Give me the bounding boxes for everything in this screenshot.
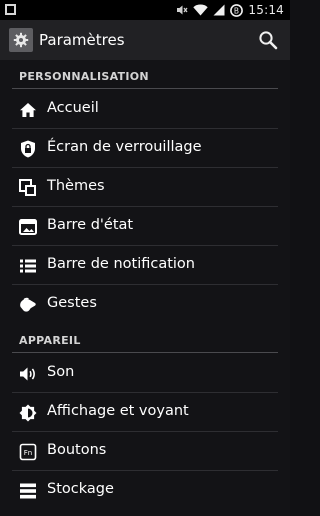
- settings-item-label: Stockage: [47, 481, 114, 497]
- settings-item-boutons[interactable]: Fn Boutons: [12, 432, 278, 471]
- status-icons: B 15:14: [176, 0, 284, 20]
- settings-item-label: Son: [47, 364, 75, 380]
- lock-icon: [19, 140, 37, 158]
- action-bar: Paramètres: [0, 20, 290, 60]
- settings-item-stockage[interactable]: Stockage: [12, 471, 278, 510]
- storage-icon: [19, 482, 37, 500]
- settings-item-label: Gestes: [47, 295, 97, 311]
- settings-item-label: Affichage et voyant: [47, 403, 189, 419]
- settings-item-barre-de-notification[interactable]: Barre de notification: [12, 246, 278, 285]
- settings-item-themes[interactable]: Thèmes: [12, 168, 278, 207]
- gestures-icon: [19, 296, 37, 314]
- buttons-icon: Fn: [19, 443, 37, 461]
- status-bar-icon: [19, 218, 37, 236]
- status-time: 15:14: [248, 3, 284, 17]
- svg-text:Fn: Fn: [24, 449, 32, 457]
- settings-item-label: Boutons: [47, 442, 107, 458]
- status-bar: B 15:14: [0, 0, 290, 20]
- section-header-label: APPAREIL: [19, 334, 81, 347]
- wifi-icon: [193, 4, 209, 16]
- settings-item-label: Accueil: [47, 100, 99, 116]
- signal-icon: [213, 4, 225, 16]
- settings-gear-icon[interactable]: [9, 28, 33, 52]
- section-header-label: PERSONNALISATION: [19, 70, 149, 83]
- brightness-icon: [19, 404, 37, 422]
- section-header-appareil: APPAREIL: [12, 324, 278, 353]
- settings-item-gestes[interactable]: Gestes: [12, 285, 278, 324]
- settings-item-label: Barre de notification: [47, 256, 195, 272]
- settings-item-son[interactable]: Son: [12, 354, 278, 393]
- settings-item-label: Thèmes: [47, 178, 105, 194]
- mute-icon: [177, 5, 188, 15]
- settings-item-accueil[interactable]: Accueil: [12, 90, 278, 129]
- settings-screen: B 15:14 Paramètres PERSONNALISATION Accu…: [0, 0, 290, 516]
- page-title: Paramètres: [39, 31, 125, 49]
- themes-icon: [19, 179, 37, 197]
- settings-item-label: Barre d'état: [47, 217, 134, 233]
- settings-list: PERSONNALISATION Accueil Écran de verrou…: [0, 60, 290, 516]
- speaker-icon: [19, 365, 37, 383]
- search-icon[interactable]: [256, 28, 280, 52]
- settings-item-label: Écran de verrouillage: [47, 139, 202, 155]
- notification-list-icon: [19, 257, 37, 275]
- section-header-personnalisation: PERSONNALISATION: [12, 60, 278, 89]
- settings-item-ecran-de-verrouillage[interactable]: Écran de verrouillage: [12, 129, 278, 168]
- svg-text:B: B: [234, 6, 239, 15]
- home-icon: [19, 101, 37, 119]
- settings-item-barre-d-etat[interactable]: Barre d'état: [12, 207, 278, 246]
- battery-icon: B: [230, 3, 244, 17]
- notification-square-icon: [5, 4, 16, 15]
- settings-item-affichage-et-voyant[interactable]: Affichage et voyant: [12, 393, 278, 432]
